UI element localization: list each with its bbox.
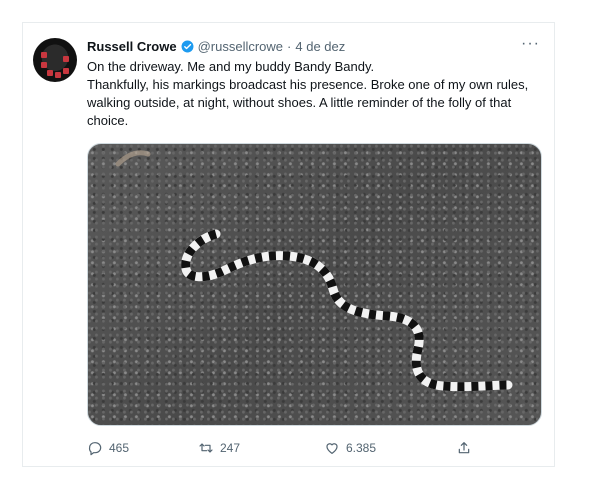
- verified-badge-icon: [181, 40, 194, 53]
- tweet-header: Russell Crowe @russellcrowe · 4 de dez: [87, 39, 345, 54]
- tweet-date[interactable]: 4 de dez: [295, 39, 345, 54]
- author-handle[interactable]: @russellcrowe: [198, 39, 283, 54]
- share-button[interactable]: [456, 440, 472, 456]
- tweet-actions: 465 247 6.385: [87, 437, 487, 459]
- retweet-icon: [199, 443, 213, 453]
- tweet-media-photo[interactable]: [87, 143, 542, 426]
- reply-count: 465: [109, 441, 130, 455]
- tweet-text-line-1: On the driveway. Me and my buddy Bandy B…: [87, 59, 375, 74]
- tweet-text-line-2: Thankfully, his markings broadcast his p…: [87, 77, 529, 128]
- author-name[interactable]: Russell Crowe: [87, 39, 177, 54]
- tweet-card[interactable]: Russell Crowe @russellcrowe · 4 de dez ·…: [22, 22, 555, 467]
- retweet-count: 247: [220, 441, 241, 455]
- avatar[interactable]: [33, 38, 77, 82]
- like-button[interactable]: 6.385: [324, 440, 376, 456]
- reply-button[interactable]: 465: [87, 440, 129, 456]
- retweet-button[interactable]: 247: [198, 440, 240, 456]
- more-options-icon[interactable]: ···: [521, 35, 540, 53]
- separator-dot: ·: [287, 39, 292, 54]
- heart-icon: [326, 443, 338, 454]
- reply-icon: [88, 442, 102, 456]
- tweet-text: On the driveway. Me and my buddy Bandy B…: [87, 58, 547, 130]
- snake-photo: [115, 150, 513, 392]
- like-count: 6.385: [346, 441, 377, 455]
- share-icon: [458, 442, 470, 454]
